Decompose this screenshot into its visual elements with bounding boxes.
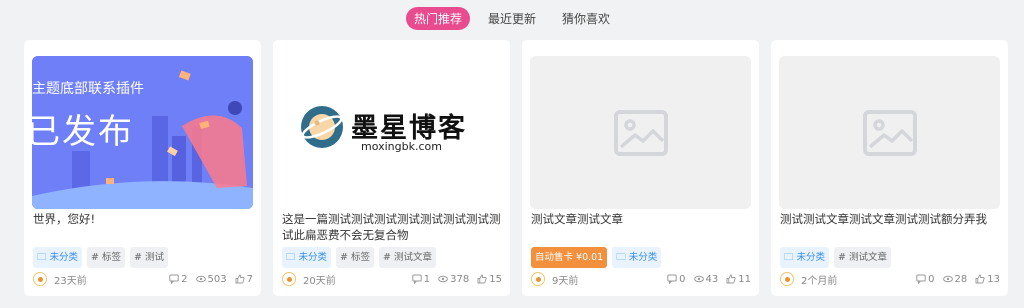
thumbs-up-icon [235,274,245,284]
folder-icon: 🗀 [37,252,50,263]
view-count: 503 [207,273,227,285]
post-thumbnail[interactable]: 墨星博客 moxingbk.com [281,56,502,209]
category-tag[interactable]: 🗀 未分类 [33,247,83,268]
planet-logo-icon [301,106,343,148]
post-tags: 自动售卡 ¥0.01 🗀 未分类 [531,247,662,268]
post-title[interactable]: 这是一篇测试测试测试测试测试测试测试测试此扁恶费不会无复合物 [282,211,502,243]
tag-label[interactable]: # 标签 [336,247,375,268]
post-stats: 2 503 7 [169,274,253,285]
post-card[interactable]: 测试测试文章测试文章测试测试额分弄我 🗀 未分类 # 测试文章 2个月前 0 2… [771,40,1008,296]
image-placeholder-icon [614,110,668,156]
tab-latest[interactable]: 最近更新 [480,7,544,30]
post-meta: 2个月前 0 28 13 [780,271,1000,287]
post-thumbnail[interactable] [779,56,1000,209]
comment-count: 2 [181,273,188,285]
post-meta: 23天前 2 503 7 [33,271,253,287]
comment-icon [412,274,422,284]
post-title[interactable]: 世界，您好! [33,211,253,227]
category-tag[interactable]: 🗀 未分类 [282,247,332,268]
tab-guess[interactable]: 猜你喜欢 [554,7,618,30]
view-count: 43 [705,273,719,285]
post-stats: 0 28 13 [916,274,1000,285]
like-count: 11 [738,273,751,285]
post-stats: 1 378 15 [412,274,502,285]
thumbs-up-icon [975,274,985,284]
comment-icon [169,274,179,284]
thumb-caption-2: 已发布 [32,112,134,152]
post-time: 9天前 [552,275,579,287]
comment-icon [667,274,677,284]
post-card[interactable]: 主题底部联系插件 已发布 世界，您好! 🗀 未分类 # 标签 # 测试 23天前… [24,40,261,296]
view-count: 28 [954,273,968,285]
like-count: 13 [987,273,1000,285]
eye-icon [438,275,449,283]
post-title[interactable]: 测试测试文章测试文章测试测试额分弄我 [780,211,1000,227]
thumbs-up-icon [477,274,487,284]
post-tags: 🗀 未分类 # 测试文章 [780,247,892,268]
logo-subtitle: moxingbk.com [361,140,442,153]
post-card[interactable]: 测试文章测试文章 自动售卡 ¥0.01 🗀 未分类 9天前 0 43 11 [522,40,759,296]
folder-icon: 🗀 [784,252,797,263]
view-count: 378 [450,273,470,285]
eye-icon [942,275,953,283]
comment-count: 0 [679,273,686,285]
post-thumbnail[interactable]: 主题底部联系插件 已发布 [32,56,253,209]
like-count: 7 [246,273,253,285]
thumbs-up-icon [726,274,736,284]
tag-label[interactable]: # 测试文章 [834,247,892,268]
folder-icon: 🗀 [616,252,629,263]
post-tags: 🗀 未分类 # 标签 # 测试 [33,247,169,268]
tag-label[interactable]: # 标签 [87,247,126,268]
post-title[interactable]: 测试文章测试文章 [531,211,751,227]
comment-count: 0 [928,273,935,285]
folder-icon: 🗀 [286,252,299,263]
post-tags: 🗀 未分类 # 标签 # 测试文章 [282,247,437,268]
post-meta: 20天前 1 378 15 [282,271,502,287]
like-count: 15 [489,273,502,285]
comment-icon [916,274,926,284]
price-badge[interactable]: 自动售卡 ¥0.01 [531,247,608,268]
image-placeholder-icon [863,110,917,156]
comment-count: 1 [423,273,431,285]
post-card[interactable]: 墨星博客 moxingbk.com 这是一篇测试测试测试测试测试测试测试测试此扁… [273,40,510,296]
tag-label[interactable]: # 测试文章 [379,247,437,268]
category-tag[interactable]: 🗀 未分类 [612,247,662,268]
post-stats: 0 43 11 [667,274,751,285]
author-avatar[interactable] [282,272,296,286]
eye-icon [195,275,206,283]
post-time: 2个月前 [801,275,838,287]
post-time: 23天前 [54,275,87,287]
post-time: 20天前 [303,275,336,287]
section-tabs: 热门推荐 最近更新 猜你喜欢 [0,7,1024,30]
author-avatar[interactable] [531,272,545,286]
author-avatar[interactable] [780,272,794,286]
post-meta: 9天前 0 43 11 [531,271,751,287]
category-tag[interactable]: 🗀 未分类 [780,247,830,268]
eye-icon [693,275,704,283]
author-avatar[interactable] [33,272,47,286]
tab-hot[interactable]: 热门推荐 [405,7,470,30]
thumb-caption-1: 主题底部联系插件 [32,81,144,97]
tag-label[interactable]: # 测试 [130,247,169,268]
post-thumbnail[interactable] [530,56,751,209]
